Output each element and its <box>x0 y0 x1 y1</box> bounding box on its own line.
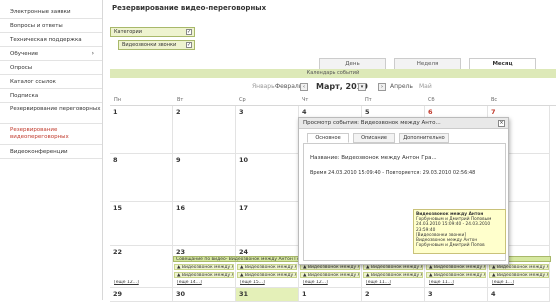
tab-week[interactable]: Неделя <box>394 58 461 69</box>
day-number: 9 <box>176 156 181 164</box>
day-number: 16 <box>176 204 186 212</box>
event-bar[interactable]: ▲ Видеозвонок между А <box>363 272 423 278</box>
more-events-link[interactable]: [ещё 11...] <box>427 280 484 286</box>
event-bar[interactable]: ▲ Видеозвонок между А <box>174 272 234 278</box>
calendar-day-cell[interactable]: 3 <box>236 106 299 154</box>
more-events-link[interactable]: [ещё 1...] <box>490 280 547 286</box>
sidebar: Электронные заявки Вопросы и ответы Техн… <box>0 0 103 300</box>
day-number: 4 <box>302 108 307 116</box>
calendar-day-cell[interactable]: 16 <box>173 202 236 246</box>
weekday-label: Чт <box>302 97 309 103</box>
next-month-button[interactable]: › <box>378 83 386 91</box>
prev-month-link[interactable]: Февраль <box>275 80 302 94</box>
sidebar-item-requests[interactable]: Электронные заявки <box>0 5 102 19</box>
day-number: 10 <box>239 156 249 164</box>
calendar-day-cell[interactable]: 9 <box>173 154 236 202</box>
tab-day[interactable]: День <box>319 58 386 69</box>
day-number: 15 <box>113 204 123 212</box>
categories-filter[interactable]: Категории ✓ <box>110 27 195 37</box>
event-bar[interactable]: ▲ Видеозвонок между А <box>426 272 486 278</box>
more-events-link[interactable]: [ещё 12...] <box>301 280 358 286</box>
next-month-link[interactable]: Апрель <box>390 80 413 94</box>
day-number: 3 <box>428 290 433 298</box>
event-bar[interactable]: ▲ Видеозвонок между А <box>237 272 297 278</box>
day-number: 4 <box>491 290 496 298</box>
tab-description[interactable]: Описание <box>353 133 395 143</box>
month-dropdown-icon[interactable]: ▾ <box>358 83 366 91</box>
sidebar-item-links[interactable]: Каталог ссылок <box>0 75 102 89</box>
categories-label: Категории <box>114 29 142 35</box>
day-number: 2 <box>176 108 181 116</box>
day-number: 30 <box>176 290 186 298</box>
calendar-header: Календарь событий <box>110 69 556 78</box>
sidebar-item-video-rooms[interactable]: Резервирование видеопереговорных <box>0 124 102 145</box>
day-number: 6 <box>428 108 433 116</box>
day-number: 22 <box>113 248 123 256</box>
more-events-link[interactable]: [ещё 15...] <box>238 280 295 286</box>
day-number: 2 <box>365 290 370 298</box>
sidebar-item-meeting-rooms[interactable]: Резервирование переговорных <box>0 103 102 124</box>
day-number: 1 <box>302 290 307 298</box>
prev-month-button[interactable]: ‹ <box>300 83 308 91</box>
next-next-month-link[interactable]: Май <box>419 80 432 94</box>
calendar-day-cell[interactable]: 10 <box>236 154 299 202</box>
tab-month[interactable]: Месяц <box>469 58 536 69</box>
day-number: 23 <box>176 248 186 256</box>
sidebar-item-subscription[interactable]: Подписка <box>0 89 102 103</box>
event-bar[interactable]: ▲ Видеозвонок между А <box>174 264 234 270</box>
tooltip-line: 24.03.2010 15:09:40 - 24.03.2010 <box>416 222 491 228</box>
day-number: 1 <box>113 108 118 116</box>
day-number: 29 <box>113 290 123 298</box>
more-events-link[interactable]: [ещё 11...] <box>364 280 421 286</box>
calendar-day-cell[interactable]: 2 <box>173 106 236 154</box>
more-events-link[interactable]: [ещё 14...] <box>175 280 232 286</box>
event-name: Название: Видеозвонок между Антон Гра... <box>310 155 437 161</box>
close-icon[interactable]: × <box>498 120 505 127</box>
categories-checkbox[interactable]: ✓ <box>186 29 192 35</box>
weekday-label: Сб <box>428 97 435 103</box>
chevron-right-icon: › <box>91 50 94 57</box>
dialog-title: Просмотр события: Видеозвонок между Анто… <box>299 118 508 129</box>
day-number: 5 <box>365 108 370 116</box>
day-number: 24 <box>239 248 249 256</box>
day-number: 8 <box>113 156 118 164</box>
main-content: Резервирование видео-переговорных Катего… <box>104 0 556 302</box>
sidebar-item-label: Обучение <box>10 51 39 57</box>
event-bar[interactable]: ▲ Видеозвонок между А <box>300 272 360 278</box>
day-number: 17 <box>239 204 249 212</box>
video-filter[interactable]: Видеозвонки звонки ✓ <box>118 40 195 50</box>
event-time: Время 24.03.2010 15:09:40 - Повторяется:… <box>310 170 476 176</box>
more-events-link[interactable]: [ещё 12...] <box>112 280 169 286</box>
calendar-day-cell[interactable]: 1 <box>110 106 173 154</box>
tab-additional[interactable]: Дополнительно <box>399 133 449 143</box>
video-filter-checkbox[interactable]: ✓ <box>186 42 192 48</box>
weekday-label: Вт <box>177 97 184 103</box>
weekday-label: Пн <box>114 97 122 103</box>
page-title: Резервирование видео-переговорных <box>112 4 267 12</box>
calendar-day-cell[interactable]: 8 <box>110 154 173 202</box>
weekday-label: Пт <box>365 97 372 103</box>
sidebar-item-videoconf[interactable]: Видеоконференции <box>0 145 102 159</box>
event-bar[interactable]: ▲ Видеозвонок между А <box>489 272 549 278</box>
calendar-day-cell[interactable]: 17 <box>236 202 299 246</box>
month-nav: Январь Февраль ‹ Март, 2010 ▾ › Апрель М… <box>110 80 556 94</box>
video-filter-label: Видеозвонки звонки <box>122 42 177 48</box>
calendar-day-cell[interactable]: 15 <box>110 202 173 246</box>
prev-prev-month-link[interactable]: Январь <box>252 80 275 94</box>
event-bar[interactable]: ▲ Видеозвонок между А <box>237 264 297 270</box>
weekday-header: Пн Вт Ср Чт Пт Сб Вс <box>110 97 556 106</box>
event-tooltip: Видеозвонок между Антон Горбуновым и Дмит… <box>413 209 506 254</box>
sidebar-item-faq[interactable]: Вопросы и ответы <box>0 19 102 33</box>
sidebar-item-support[interactable]: Техническая поддержка <box>0 33 102 47</box>
weekday-label: Вс <box>491 97 498 103</box>
sidebar-item-surveys[interactable]: Опросы <box>0 61 102 75</box>
sidebar-item-training[interactable]: Обучение › <box>0 47 102 61</box>
tooltip-line: Горбуновым и Дмитрий Попов <box>416 243 485 249</box>
weekday-label: Ср <box>239 97 246 103</box>
day-number: 3 <box>239 108 244 116</box>
day-number: 31 <box>239 290 249 298</box>
tab-general[interactable]: Основное <box>307 133 349 143</box>
day-number: 7 <box>491 108 496 116</box>
